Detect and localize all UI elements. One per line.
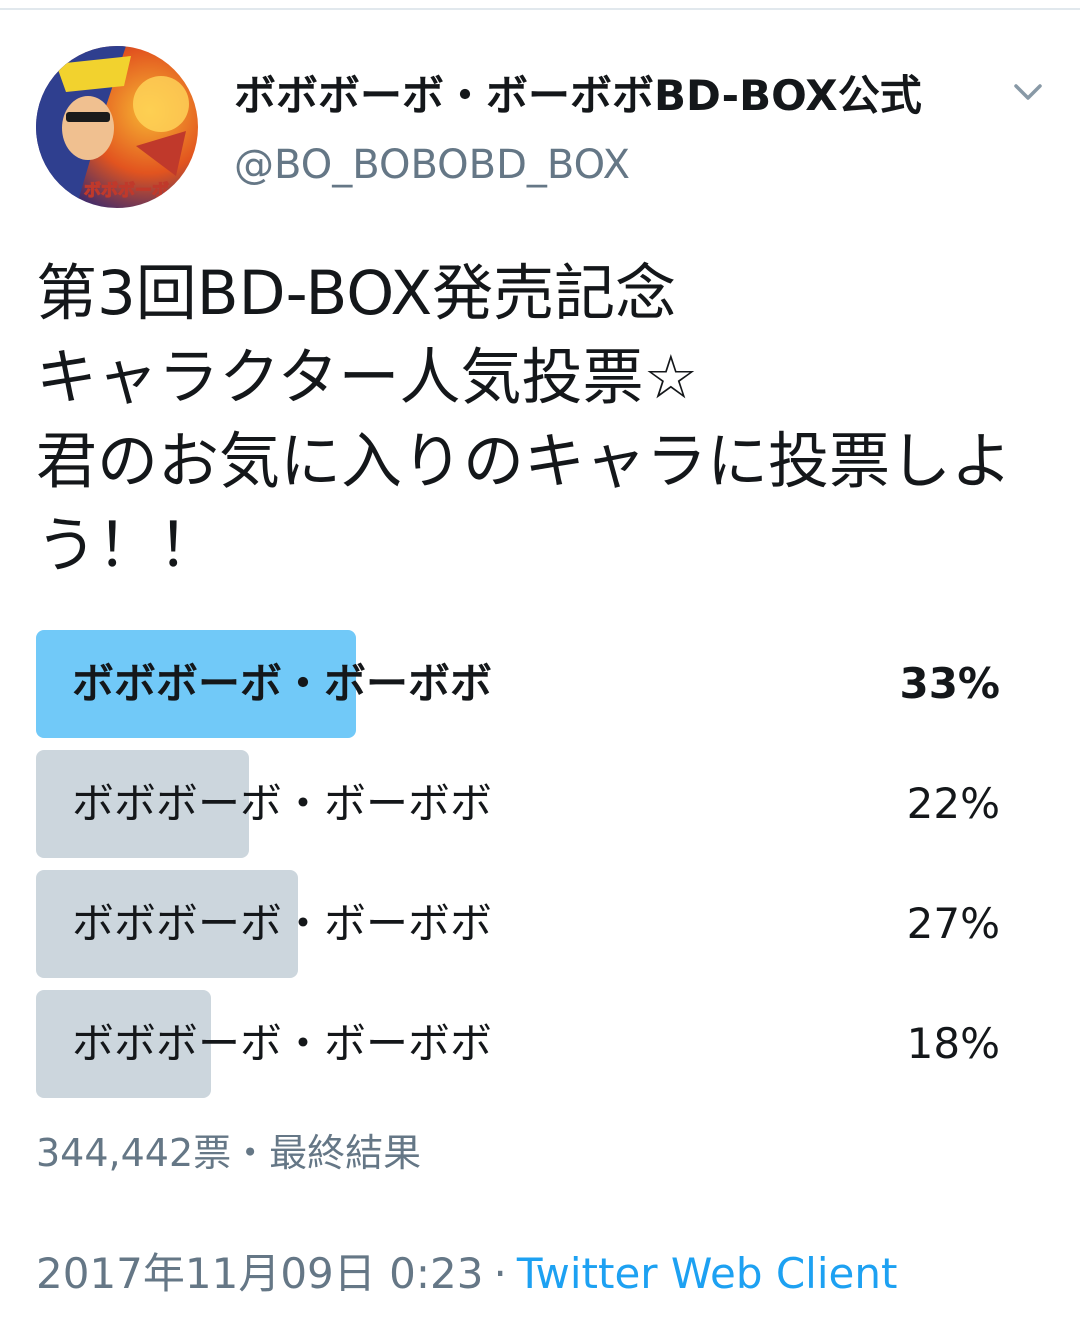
poll-option-percent: 33% xyxy=(899,659,1000,708)
poll-option[interactable]: ボボボーボ・ボーボボ 22% xyxy=(36,750,1006,858)
tweet-footer: 2017年11月09日 0:23 · Twitter Web Client xyxy=(36,1240,897,1301)
poll-option[interactable]: ボボボーボ・ボーボボ 33% xyxy=(36,630,1006,738)
poll-option-label: ボボボーボ・ボーボボ xyxy=(72,1019,493,1068)
client-link[interactable]: Twitter Web Client xyxy=(517,1249,898,1298)
poll: ボボボーボ・ボーボボ 33% ボボボーボ・ボーボボ 22% ボボボーボ・ボーボボ… xyxy=(36,630,1006,1110)
poll-option-percent: 27% xyxy=(906,899,1000,948)
avatar[interactable]: ボボボーボ・ボーボボ xyxy=(36,46,198,208)
poll-option-label: ボボボーボ・ボーボボ xyxy=(72,779,493,828)
footer-separator: · xyxy=(493,1249,507,1298)
avatar-image: ボボボーボ・ボーボボ xyxy=(36,46,198,208)
tweet-timestamp[interactable]: 2017年11月09日 0:23 xyxy=(36,1249,483,1298)
poll-option-percent: 22% xyxy=(906,779,1000,828)
poll-vote-count: 344,442票・最終結果 xyxy=(36,1131,422,1175)
poll-option-percent: 18% xyxy=(906,1019,1000,1068)
poll-option-label: ボボボーボ・ボーボボ xyxy=(72,899,493,948)
chevron-down-icon[interactable] xyxy=(1008,72,1048,112)
avatar-logo-text: ボボボーボ・ボーボボ xyxy=(84,181,198,201)
user-handle[interactable]: @BO_BOBOBD_BOX xyxy=(234,142,630,188)
display-name[interactable]: ボボボーボ・ボーボボBD-BOX公式 xyxy=(234,62,922,123)
poll-option[interactable]: ボボボーボ・ボーボボ 27% xyxy=(36,870,1006,978)
poll-option[interactable]: ボボボーボ・ボーボボ 18% xyxy=(36,990,1006,1098)
top-divider xyxy=(0,8,1080,10)
poll-option-label: ボボボーボ・ボーボボ xyxy=(72,659,493,708)
tweet-text: 第3回BD-BOX発売記念 キャラクター人気投票☆ 君のお気に入りのキャラに投票… xyxy=(36,258,1013,581)
